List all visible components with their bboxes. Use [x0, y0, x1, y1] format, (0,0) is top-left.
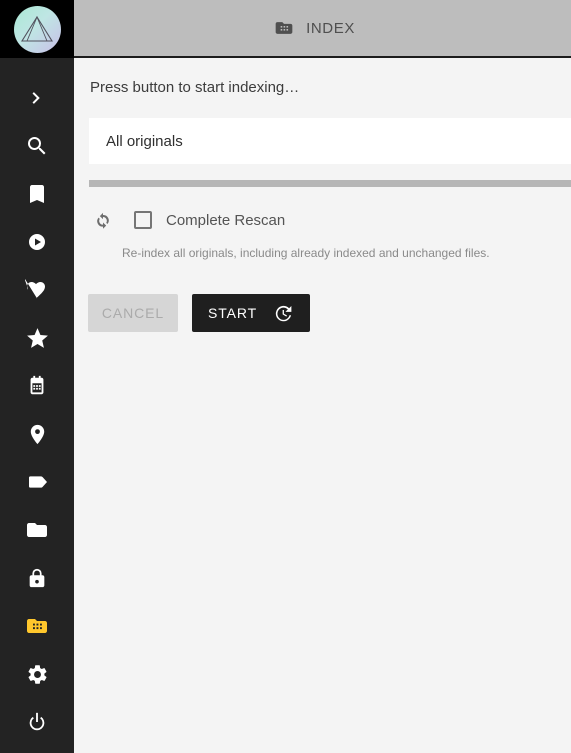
sidebar-item-albums[interactable] [0, 170, 74, 218]
header-inner: INDEX [274, 18, 355, 38]
sidebar-item-expand[interactable] [0, 74, 74, 122]
complete-rescan-hint: Re-index all originals, including alread… [122, 246, 490, 260]
originals-path-select[interactable]: All originals [89, 118, 571, 164]
cancel-button[interactable]: CANCEL [88, 294, 178, 332]
play-circle-icon [29, 234, 45, 250]
sidebar-item-calendar[interactable] [0, 362, 74, 410]
start-button-label: START [208, 305, 258, 321]
sidebar-item-moments[interactable] [0, 314, 74, 362]
folder-icon [27, 523, 47, 537]
label-tag-icon [29, 476, 47, 488]
index-status-text: Press button to start indexing… [90, 79, 300, 96]
start-button[interactable]: START [192, 294, 311, 332]
main-content: Press button to start indexing… All orig… [74, 60, 571, 753]
gear-icon [28, 664, 46, 684]
photoprism-logo-icon [13, 5, 61, 53]
action-button-row: CANCEL START [88, 294, 311, 332]
sidebar-item-places[interactable] [0, 410, 74, 458]
chevron-right-icon [32, 92, 40, 104]
complete-rescan-checkbox[interactable] [134, 211, 152, 229]
sidebar-item-index[interactable] [0, 602, 74, 650]
index-folder-glyph [275, 22, 293, 34]
update-rotate-icon [273, 303, 294, 324]
location-pin-icon [30, 424, 44, 444]
sync-refresh-glyph [97, 212, 109, 229]
sidebar-item-private[interactable] [0, 554, 74, 602]
complete-rescan-row: Complete Rescan [88, 210, 285, 230]
sidebar [0, 0, 74, 753]
sidebar-item-favorites[interactable] [0, 266, 74, 314]
star-icon [26, 327, 48, 348]
index-progress-bar [89, 180, 571, 187]
originals-path-value: All originals [106, 132, 183, 150]
power-icon [29, 712, 45, 731]
calendar-icon [30, 375, 44, 395]
sidebar-item-logout[interactable] [0, 698, 74, 746]
sidebar-item-folders[interactable] [0, 506, 74, 554]
update-rotate-glyph [275, 305, 292, 321]
heart-icon [25, 279, 45, 299]
sidebar-item-search[interactable] [0, 122, 74, 170]
sidebar-item-settings[interactable] [0, 650, 74, 698]
app-logo[interactable] [0, 0, 74, 58]
index-folder-icon [274, 18, 294, 38]
sidebar-nav-list [0, 58, 74, 746]
lock-icon [29, 568, 45, 588]
page-header: INDEX [74, 0, 571, 58]
page-title: INDEX [306, 19, 355, 37]
sync-refresh-icon [88, 210, 118, 230]
sidebar-item-labels[interactable] [0, 458, 74, 506]
index-folder-icon [27, 619, 47, 633]
complete-rescan-label: Complete Rescan [166, 211, 286, 229]
sidebar-item-videos[interactable] [0, 218, 74, 266]
app-root: INDEX Press button to start indexing… Al… [0, 0, 571, 753]
bookmark-icon [30, 185, 44, 203]
triangle-logo-glyph [21, 15, 53, 42]
search-icon [28, 137, 46, 155]
